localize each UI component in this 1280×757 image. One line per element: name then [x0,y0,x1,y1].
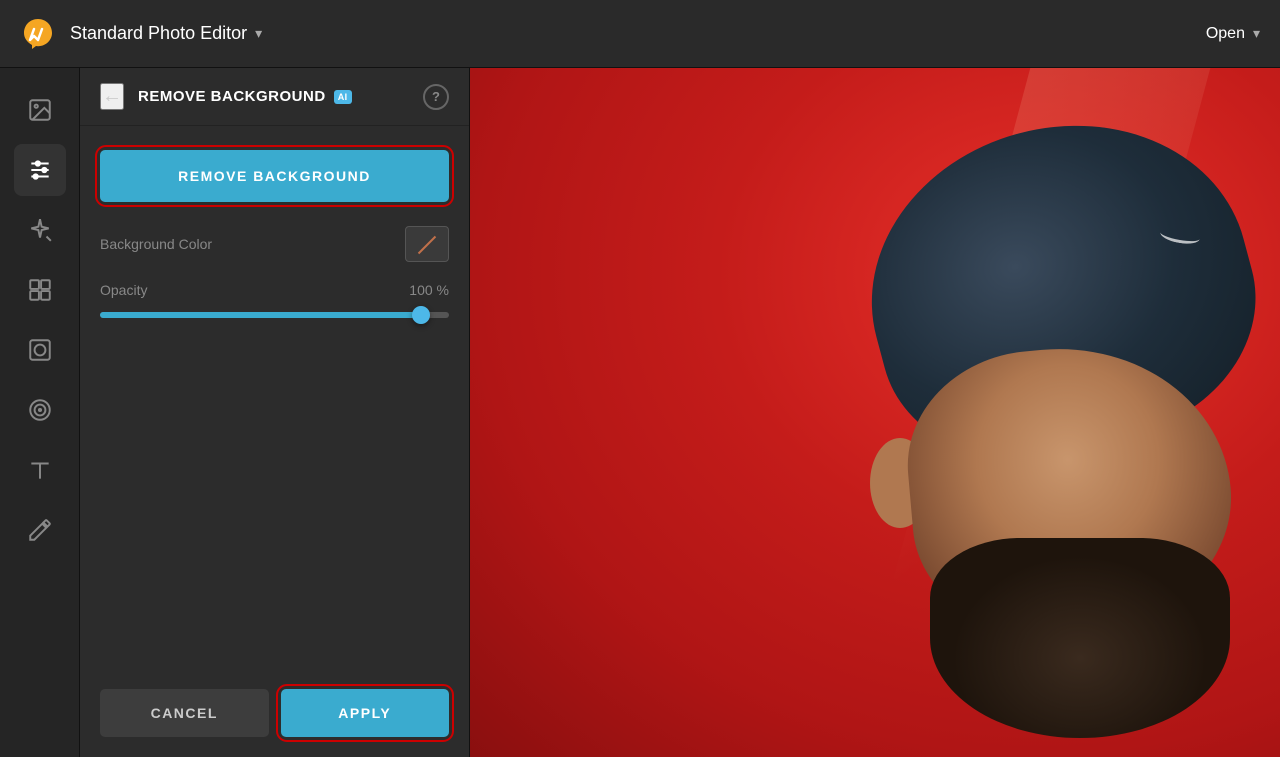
cancel-button[interactable]: CANCEL [100,689,269,737]
opacity-row: Opacity 100 % [100,282,449,298]
main-area: ← REMOVE BACKGROUND AI ? REMOVE BACKGROU… [0,68,1280,757]
opacity-label: Opacity [100,282,147,298]
slash-icon [417,234,437,254]
remove-background-button[interactable]: REMOVE BACKGROUND [100,150,449,202]
sidebar-item-magic[interactable] [14,204,66,256]
opacity-value: 100 % [409,282,449,298]
icon-sidebar [0,68,80,757]
sidebar-item-target[interactable] [14,384,66,436]
app-logo[interactable] [20,16,56,52]
photo-display [470,68,1280,757]
apply-btn-section: APPLY 2 [281,689,450,737]
panel: ← REMOVE BACKGROUND AI ? REMOVE BACKGROU… [80,68,470,757]
background-color-row: Background Color [100,226,449,262]
remove-bg-section: REMOVE BACKGROUND 1 [100,150,449,202]
app-title[interactable]: Standard Photo Editor ▾ [70,23,262,44]
help-button[interactable]: ? [423,84,449,110]
sidebar-item-grid[interactable] [14,264,66,316]
open-chevron-icon: ▾ [1253,25,1260,42]
beard-shape [930,538,1230,738]
panel-content: REMOVE BACKGROUND 1 Background Color Opa… [80,126,469,689]
topbar-right: Open ▾ [1206,25,1260,43]
slider-thumb[interactable] [412,306,430,324]
topbar: Standard Photo Editor ▾ Open ▾ [0,0,1280,68]
apply-button[interactable]: APPLY [281,689,450,737]
canvas-area [470,68,1280,757]
sidebar-item-text[interactable] [14,444,66,496]
open-button[interactable]: Open ▾ [1206,25,1260,43]
sidebar-item-adjustments[interactable] [14,144,66,196]
app-title-chevron: ▾ [255,25,262,42]
topbar-left: Standard Photo Editor ▾ [20,16,262,52]
action-buttons: CANCEL APPLY 2 [80,689,469,757]
opacity-section: Opacity 100 % [100,282,449,318]
sidebar-item-image[interactable] [14,84,66,136]
panel-title: REMOVE BACKGROUND AI [138,88,352,105]
background-color-label: Background Color [100,236,212,252]
slider-fill [100,312,421,318]
remove-bg-button-wrapper: REMOVE BACKGROUND [100,150,449,202]
sidebar-item-brush[interactable] [14,504,66,556]
color-swatch[interactable] [405,226,449,262]
back-button[interactable]: ← [100,83,124,110]
opacity-slider[interactable] [100,312,449,318]
apply-button-wrapper: APPLY [281,689,450,737]
sidebar-item-frame[interactable] [14,324,66,376]
settings-area: Background Color Opacity 100 % [100,226,449,318]
panel-header: ← REMOVE BACKGROUND AI ? [80,68,469,126]
ai-badge: AI [334,90,352,104]
